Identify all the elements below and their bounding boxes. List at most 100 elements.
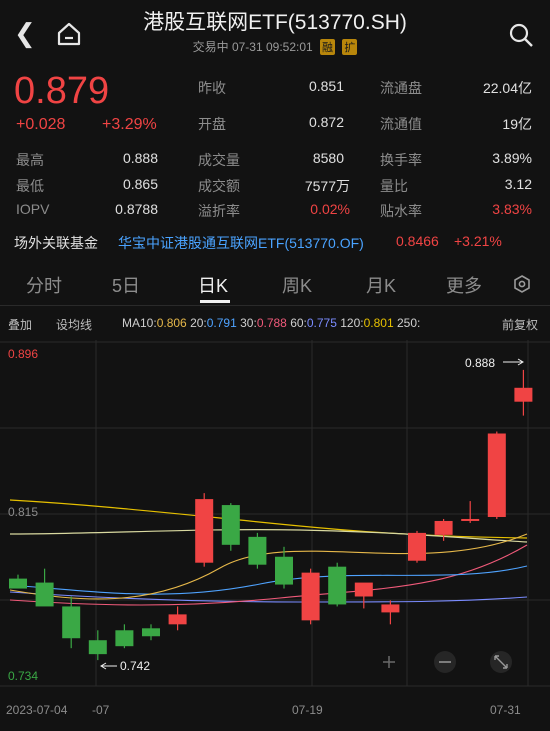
candle-body bbox=[487, 433, 506, 517]
stat-label-premium-rate: 溢折率 bbox=[198, 203, 240, 219]
trading-status: 交易中 07-31 09:52:01 融 扩 bbox=[0, 38, 550, 55]
candle bbox=[301, 568, 320, 625]
stat-label-prev-close: 昨收 bbox=[198, 80, 226, 96]
stat-label-volume-ratio: 量比 bbox=[380, 178, 408, 194]
candle-body bbox=[115, 630, 134, 647]
linked-fund-label: 场外关联基金 bbox=[14, 235, 98, 251]
candle bbox=[248, 532, 267, 569]
kline-chart[interactable]: 0.896 0.815 0.734 0.888 0.742 2023-07-04… bbox=[0, 340, 550, 731]
candle-body bbox=[328, 566, 347, 605]
candle-body bbox=[221, 505, 240, 545]
linked-fund-name[interactable]: 华宝中证港股通互联网ETF(513770.OF) bbox=[118, 233, 364, 253]
ma30-label: 30: bbox=[240, 316, 257, 330]
zoom-out-icon[interactable] bbox=[434, 651, 456, 673]
header: ❮ 港股互联网ETF(513770.SH) 交易中 07-31 09:52:01… bbox=[0, 0, 550, 64]
stat-label-float-shares: 流通盘 bbox=[380, 80, 422, 96]
candle-body bbox=[88, 640, 107, 655]
x-label-mid: 07-19 bbox=[292, 703, 323, 717]
candle-body bbox=[434, 520, 453, 535]
stat-label-iopv: IOPV bbox=[16, 201, 50, 217]
price-change-pct: +3.29% bbox=[102, 116, 157, 133]
current-price: 0.879 bbox=[14, 70, 110, 112]
margin-badge: 融 bbox=[320, 39, 336, 55]
stat-label-volume: 成交量 bbox=[198, 152, 240, 168]
stat-label-amount: 成交额 bbox=[198, 178, 240, 194]
candle bbox=[221, 503, 240, 551]
ma10-value: 0.806 bbox=[156, 316, 187, 330]
linked-fund-price: 0.8466 bbox=[396, 233, 439, 249]
stat-value-iopv: 0.8788 bbox=[115, 201, 158, 217]
ma250-label: 250: bbox=[396, 316, 421, 330]
chart-settings-icon[interactable] bbox=[512, 274, 532, 294]
stat-value-volume: 8580 bbox=[312, 150, 344, 166]
stat-value-float-shares: 22.04亿 bbox=[482, 80, 532, 96]
overlay-button[interactable]: 叠加 bbox=[8, 316, 32, 333]
tab-intraday[interactable]: 分时 bbox=[26, 272, 62, 298]
candle-body bbox=[142, 628, 160, 637]
x-label-early: -07 bbox=[92, 703, 110, 717]
stat-label-discount-rate: 贴水率 bbox=[380, 203, 422, 219]
stat-value-amount: 7577万 bbox=[304, 178, 350, 194]
y-label-mid: 0.815 bbox=[8, 505, 38, 519]
low-annotation-label: 0.742 bbox=[120, 659, 150, 673]
candle-body bbox=[35, 582, 54, 607]
status-text: 交易中 07-31 09:52:01 bbox=[192, 40, 313, 54]
candle-body bbox=[301, 572, 320, 621]
candle-body bbox=[354, 582, 373, 597]
stat-value-volume-ratio: 3.12 bbox=[504, 176, 532, 192]
candle-body bbox=[62, 606, 81, 639]
candle-body bbox=[168, 614, 187, 625]
stat-label-high: 最高 bbox=[16, 152, 44, 168]
search-icon[interactable] bbox=[508, 22, 534, 48]
stat-label-open: 开盘 bbox=[198, 116, 226, 132]
stat-value-float-value: 19亿 bbox=[502, 116, 532, 132]
expand-badge: 扩 bbox=[342, 39, 358, 55]
period-tabs: 分时 5日 日K 周K 月K 更多 bbox=[0, 262, 550, 304]
stat-value-open: 0.872 bbox=[308, 114, 344, 130]
y-label-top: 0.896 bbox=[8, 347, 38, 361]
stat-value-high: 0.888 bbox=[122, 150, 158, 166]
divider bbox=[0, 305, 550, 306]
tab-more[interactable]: 更多 bbox=[446, 272, 482, 298]
candle-body bbox=[195, 499, 214, 563]
candle-body bbox=[408, 532, 426, 561]
candle-body bbox=[248, 536, 267, 565]
tab-monthly-k[interactable]: 月K bbox=[366, 272, 396, 298]
stat-value-prev-close: 0.851 bbox=[308, 78, 344, 94]
candle-body bbox=[514, 387, 533, 402]
ma120-value: 0.801 bbox=[363, 316, 394, 330]
ma20-value: 0.791 bbox=[206, 316, 237, 330]
candle bbox=[408, 530, 426, 563]
high-annotation-label: 0.888 bbox=[465, 356, 495, 370]
candle-body bbox=[461, 518, 480, 521]
linked-fund-pct: +3.21% bbox=[454, 233, 502, 249]
ma-values: MA10:0.806 20:0.791 30:0.788 60:0.775 12… bbox=[122, 316, 420, 330]
tab-5day[interactable]: 5日 bbox=[112, 272, 140, 298]
candle bbox=[328, 562, 347, 607]
chart-background bbox=[0, 340, 550, 731]
candle-body bbox=[275, 556, 293, 585]
stat-value-discount-rate: 3.83% bbox=[492, 201, 532, 217]
indicator-toolbar: 叠加 设均线 MA10:0.806 20:0.791 30:0.788 60:0… bbox=[0, 314, 550, 334]
stat-label-float-value: 流通值 bbox=[380, 116, 422, 132]
y-label-bottom: 0.734 bbox=[8, 669, 38, 683]
stat-value-turnover-rate: 3.89% bbox=[492, 150, 532, 166]
stat-value-low: 0.865 bbox=[122, 176, 158, 192]
x-label-end: 07-31 bbox=[490, 703, 521, 717]
ma60-value: 0.775 bbox=[306, 316, 337, 330]
candle bbox=[487, 431, 506, 519]
ma10-label: MA10: bbox=[122, 316, 157, 330]
candle-body bbox=[381, 604, 400, 613]
set-ma-button[interactable]: 设均线 bbox=[56, 316, 92, 333]
candle-body bbox=[9, 578, 27, 589]
stat-label-low: 最低 bbox=[16, 178, 44, 194]
tab-daily-k[interactable]: 日K bbox=[198, 272, 228, 298]
ma120-label: 120: bbox=[340, 316, 364, 330]
tab-weekly-k[interactable]: 周K bbox=[282, 272, 312, 298]
active-tab-indicator bbox=[200, 300, 230, 303]
candle bbox=[195, 493, 214, 567]
x-label-start: 2023-07-04 bbox=[6, 703, 68, 717]
fullscreen-icon[interactable] bbox=[490, 651, 512, 673]
stat-label-turnover-rate: 换手率 bbox=[380, 152, 422, 168]
adjust-button[interactable]: 前复权 bbox=[502, 316, 538, 333]
